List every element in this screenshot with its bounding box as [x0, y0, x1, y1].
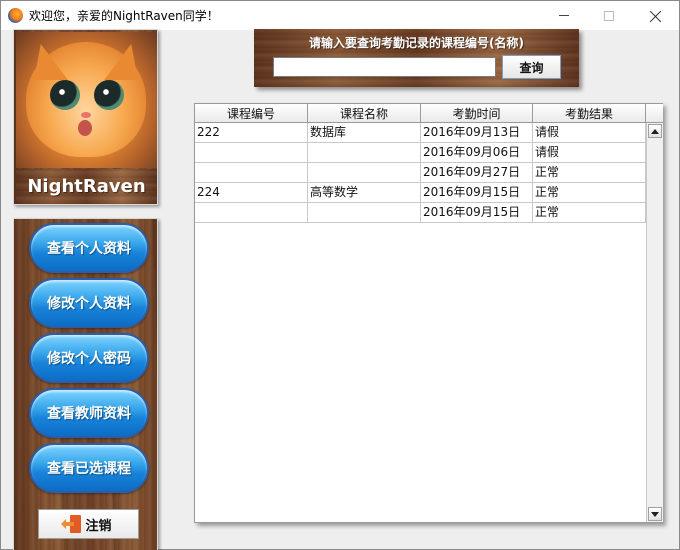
close-icon [650, 10, 662, 22]
cell-attendance-result[interactable]: 正常 [533, 183, 646, 203]
cell-course-id[interactable] [195, 203, 308, 223]
cell-attendance-time[interactable]: 2016年09月13日 [421, 123, 533, 143]
cell-course-id[interactable]: 224 [195, 183, 308, 203]
view-selected-courses-button[interactable]: 查看已选课程 [29, 443, 149, 493]
cell-attendance-result[interactable]: 请假 [533, 143, 646, 163]
chevron-up-icon [651, 128, 659, 134]
cell-attendance-time[interactable]: 2016年09月15日 [421, 203, 533, 223]
search-title: 请输入要查询考勤记录的课程编号(名称) [309, 36, 524, 50]
table-row[interactable]: 224 高等数学 2016年09月15日 正常 [195, 183, 646, 203]
vertical-scrollbar[interactable] [646, 123, 663, 522]
cat-avatar-icon [26, 42, 146, 157]
logout-door-icon [61, 515, 82, 533]
cell-course-name[interactable] [308, 143, 421, 163]
menu-panel: 查看个人资料 修改个人资料 修改个人密码 查看教师资料 查看已选课程 注销 [13, 218, 158, 550]
cat-ear-right [104, 44, 138, 80]
cell-attendance-result[interactable]: 请假 [533, 123, 646, 143]
chevron-down-icon [651, 511, 659, 517]
title-bar[interactable]: 欢迎您，亲爱的NightRaven同学！ [1, 1, 679, 30]
column-header-course-name[interactable]: 课程名称 [308, 104, 421, 123]
minimize-button[interactable] [541, 1, 586, 30]
logout-button[interactable]: 注销 [38, 509, 139, 539]
cell-course-name[interactable]: 高等数学 [308, 183, 421, 203]
table-row[interactable]: 2016年09月27日 正常 [195, 163, 646, 183]
cat-mouth [78, 120, 92, 136]
avatar [16, 32, 157, 168]
cell-course-id[interactable] [195, 163, 308, 183]
attendance-table: 课程编号 课程名称 考勤时间 考勤结果 222 数据库 2016年09月13日 … [194, 103, 663, 523]
logout-label: 注销 [85, 518, 112, 534]
column-header-attendance-result[interactable]: 考勤结果 [533, 104, 646, 123]
change-password-button[interactable]: 修改个人密码 [29, 333, 149, 383]
maximize-button[interactable] [586, 1, 631, 30]
view-teacher-profile-button[interactable]: 查看教师资料 [29, 388, 149, 438]
minimize-icon [558, 15, 569, 16]
edit-profile-button[interactable]: 修改个人资料 [29, 278, 149, 328]
scroll-up-button[interactable] [648, 124, 662, 138]
cat-eye-right [94, 80, 124, 110]
view-profile-button[interactable]: 查看个人资料 [29, 223, 149, 273]
cell-course-name[interactable]: 数据库 [308, 123, 421, 143]
table-header: 课程编号 课程名称 考勤时间 考勤结果 [195, 104, 646, 123]
search-panel: 请输入要查询考勤记录的课程编号(名称) 查询 [254, 29, 579, 87]
cell-course-name[interactable] [308, 163, 421, 183]
search-button[interactable]: 查询 [502, 55, 561, 79]
cell-course-id[interactable] [195, 143, 308, 163]
window-title: 欢迎您，亲爱的NightRaven同学！ [29, 9, 219, 23]
scroll-down-button[interactable] [648, 507, 662, 521]
cat-ear-left [34, 44, 68, 80]
cell-attendance-result[interactable]: 正常 [533, 203, 646, 223]
maximize-icon [603, 10, 614, 21]
column-header-course-id[interactable]: 课程编号 [195, 104, 308, 123]
cell-attendance-time[interactable]: 2016年09月15日 [421, 183, 533, 203]
profile-card: NightRaven [13, 29, 158, 205]
firefox-icon [8, 8, 23, 23]
app-window: 欢迎您，亲爱的NightRaven同学！ NightRaven 查看个人资料 修… [0, 0, 680, 550]
table-row[interactable]: 2016年09月15日 正常 [195, 203, 646, 223]
table-row[interactable]: 2016年09月06日 请假 [195, 143, 646, 163]
close-button[interactable] [633, 1, 678, 30]
search-input[interactable] [273, 57, 496, 77]
table-header-corner [646, 104, 663, 123]
username-label: NightRaven [27, 176, 146, 197]
cell-course-id[interactable]: 222 [195, 123, 308, 143]
cell-attendance-time[interactable]: 2016年09月27日 [421, 163, 533, 183]
table-body: 222 数据库 2016年09月13日 请假 2016年09月06日 请假 20… [195, 123, 646, 223]
cell-attendance-result[interactable]: 正常 [533, 163, 646, 183]
username-plate: NightRaven [16, 169, 157, 204]
cat-eye-left [50, 80, 80, 110]
cat-nose [81, 112, 91, 118]
column-header-attendance-time[interactable]: 考勤时间 [421, 104, 533, 123]
cell-course-name[interactable] [308, 203, 421, 223]
table-row[interactable]: 222 数据库 2016年09月13日 请假 [195, 123, 646, 143]
cell-attendance-time[interactable]: 2016年09月06日 [421, 143, 533, 163]
